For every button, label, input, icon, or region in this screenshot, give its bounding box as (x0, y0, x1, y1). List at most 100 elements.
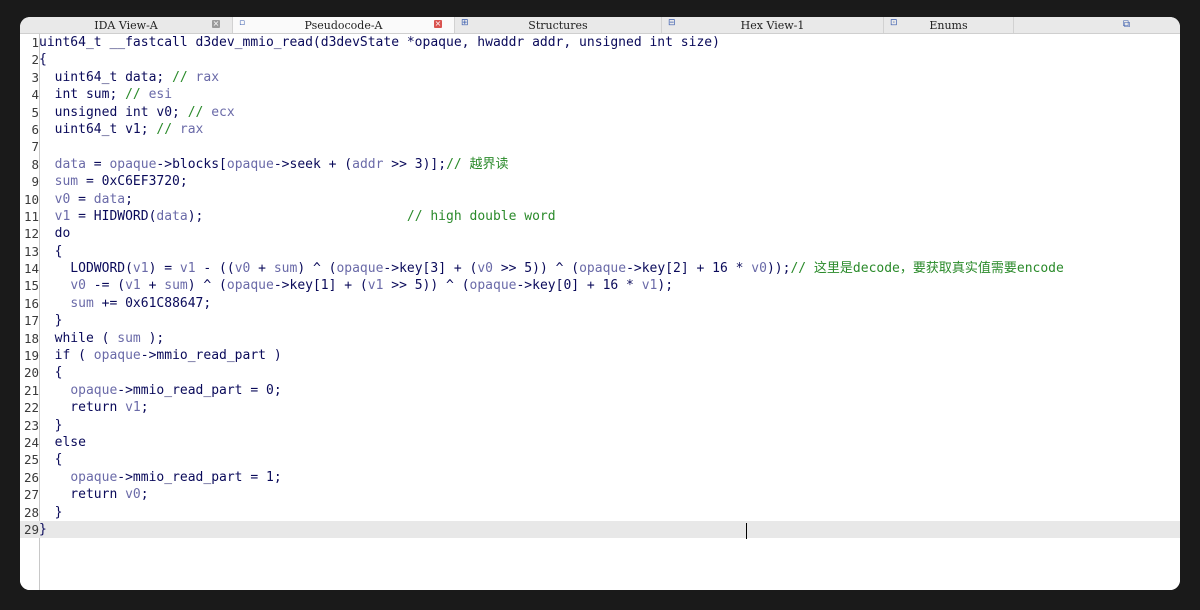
code-text: uint64_t data; // rax (39, 69, 219, 86)
code-line[interactable]: 6 uint64_t v1; // rax (20, 121, 1180, 138)
comment-token: // (187, 104, 212, 120)
code-line[interactable]: 3 uint64_t data; // rax (20, 69, 1180, 86)
variable-token[interactable]: rax (196, 70, 219, 85)
code-line[interactable]: 26 opaque->mmio_read_part = 1; (20, 469, 1180, 486)
close-tab-icon[interactable]: × (434, 20, 442, 28)
structures-icon: ⊞ (461, 18, 469, 28)
variable-token[interactable]: opaque (227, 278, 274, 293)
variable-token[interactable]: v1 (55, 209, 71, 224)
code-line[interactable]: 11 v1 = HIDWORD(data); // high double wo… (20, 208, 1180, 225)
variable-token[interactable]: opaque (94, 348, 141, 363)
code-text: opaque->mmio_read_part = 1; (39, 469, 281, 486)
code-line[interactable]: 29} (20, 520, 1180, 539)
variable-token[interactable]: esi (149, 87, 172, 102)
variable-token[interactable]: v1 (368, 278, 384, 293)
line-number: 12 (23, 226, 39, 242)
variable-token[interactable]: v1 (180, 261, 196, 276)
close-tab-icon[interactable]: × (212, 20, 220, 28)
line-number: 8 (31, 156, 39, 172)
line-number: 5 (31, 104, 39, 120)
code-token: ->seek + ( (273, 156, 353, 172)
code-line[interactable]: 23 } (20, 417, 1180, 434)
line-number: 11 (23, 208, 39, 224)
code-text: LODWORD(v1) = v1 - ((v0 + sum) ^ (opaque… (39, 260, 1064, 277)
comment-token: // 这里是decode，要获取真实值需要encode (790, 261, 1064, 277)
code-text: return v0; (39, 486, 148, 503)
variable-token[interactable]: v1 (133, 261, 149, 276)
code-line[interactable]: 17 } (20, 312, 1180, 329)
code-line[interactable]: 14 LODWORD(v1) = v1 - ((v0 + sum) ^ (opa… (20, 260, 1180, 277)
code-text: while ( sum ); (39, 330, 165, 347)
code-token: } (39, 521, 47, 537)
comment-token: // (172, 69, 196, 85)
code-text: v0 -= (v1 + sum) ^ (opaque->key[1] + (v1… (39, 277, 673, 294)
code-line[interactable]: 1 uint64_t __fastcall d3dev_mmio_read(d3d… (20, 34, 1180, 51)
code-line[interactable]: 4 int sum; // esi (20, 86, 1180, 103)
tab-hex-view-1[interactable]: ⊟ Hex View-1 (662, 17, 884, 33)
code-line[interactable]: 21 opaque->mmio_read_part = 0; (20, 382, 1180, 399)
code-line[interactable]: 13 { (20, 243, 1180, 260)
variable-token[interactable]: opaque (70, 470, 117, 485)
code-line[interactable]: 25 { (20, 451, 1180, 468)
tab-structures[interactable]: ⊞ Structures (455, 17, 662, 33)
variable-token[interactable]: v1 (125, 278, 141, 293)
variable-token[interactable]: v1 (642, 278, 658, 293)
variable-token[interactable]: data (156, 209, 187, 224)
variable-token[interactable]: v0 (55, 192, 71, 207)
variable-token[interactable]: sum (55, 174, 78, 189)
pseudocode-editor[interactable]: 1 uint64_t __fastcall d3dev_mmio_read(d3d… (20, 34, 1180, 590)
code-token: do (39, 226, 71, 242)
variable-token[interactable]: v0 (125, 487, 141, 502)
variable-token[interactable]: v0 (477, 261, 493, 276)
code-line[interactable]: 18 while ( sum ); (20, 330, 1180, 347)
tab-pseudocode-a[interactable]: ▫ Pseudocode-A × (233, 17, 455, 33)
code-text: } (39, 504, 63, 521)
variable-token[interactable]: v0 (751, 261, 767, 276)
variable-token[interactable]: opaque (70, 383, 117, 398)
variable-token[interactable]: sum (164, 278, 187, 293)
code-line[interactable]: 19 if ( opaque->mmio_read_part ) (20, 347, 1180, 364)
code-line[interactable]: 5 unsigned int v0; // ecx (20, 104, 1180, 121)
variable-token[interactable]: data (94, 192, 125, 207)
code-text: } (39, 521, 47, 538)
line-number: 6 (31, 121, 39, 137)
variable-token[interactable]: opaque (579, 261, 626, 276)
code-line[interactable]: 2{ (20, 51, 1180, 68)
variable-token[interactable]: v0 (70, 278, 86, 293)
code-token: - (( (195, 261, 235, 277)
variable-token[interactable]: addr (352, 157, 383, 172)
variable-token[interactable]: opaque (227, 157, 274, 172)
variable-token[interactable]: ecx (211, 105, 234, 120)
variable-token[interactable]: sum (70, 296, 93, 311)
local-types-icon[interactable]: ⧉ (1123, 19, 1130, 30)
code-line[interactable]: 10 v0 = data; (20, 191, 1180, 208)
hex-view-icon: ⊟ (668, 18, 676, 28)
variable-token[interactable]: opaque (109, 157, 156, 172)
variable-token[interactable]: v1 (125, 400, 141, 415)
code-line[interactable]: 15 v0 -= (v1 + sum) ^ (opaque->key[1] + … (20, 277, 1180, 294)
enums-icon: ⊡ (890, 18, 898, 28)
variable-token[interactable]: opaque (470, 278, 517, 293)
code-line[interactable]: 12 do (20, 225, 1180, 242)
code-token: )); (766, 261, 791, 277)
tab-ida-view-a[interactable]: IDA View-A × (20, 17, 233, 33)
variable-token[interactable]: opaque (336, 261, 383, 276)
variable-token[interactable]: v0 (235, 261, 251, 276)
code-line[interactable]: 9 sum = 0xC6EF3720; (20, 173, 1180, 190)
code-token: ) ^ ( (297, 261, 337, 277)
variable-token[interactable]: sum (117, 331, 140, 346)
code-line[interactable]: 8 data = opaque->blocks[opaque->seek + (… (20, 156, 1180, 173)
variable-token[interactable]: sum (274, 261, 297, 276)
code-line[interactable]: 20 { (20, 364, 1180, 381)
code-line[interactable]: 28 } (20, 504, 1180, 521)
code-line[interactable]: 22 return v1; (20, 399, 1180, 416)
code-token: if ( (39, 348, 94, 364)
code-line[interactable]: 27 return v0; (20, 486, 1180, 503)
tab-enums[interactable]: ⊡ Enums (884, 17, 1014, 33)
variable-token[interactable]: data (55, 157, 86, 172)
code-line[interactable]: 24 else (20, 434, 1180, 451)
code-line[interactable]: 7 (20, 138, 1180, 155)
variable-token[interactable]: rax (180, 122, 203, 137)
code-line[interactable]: 16 sum += 0x61C88647; (20, 295, 1180, 312)
